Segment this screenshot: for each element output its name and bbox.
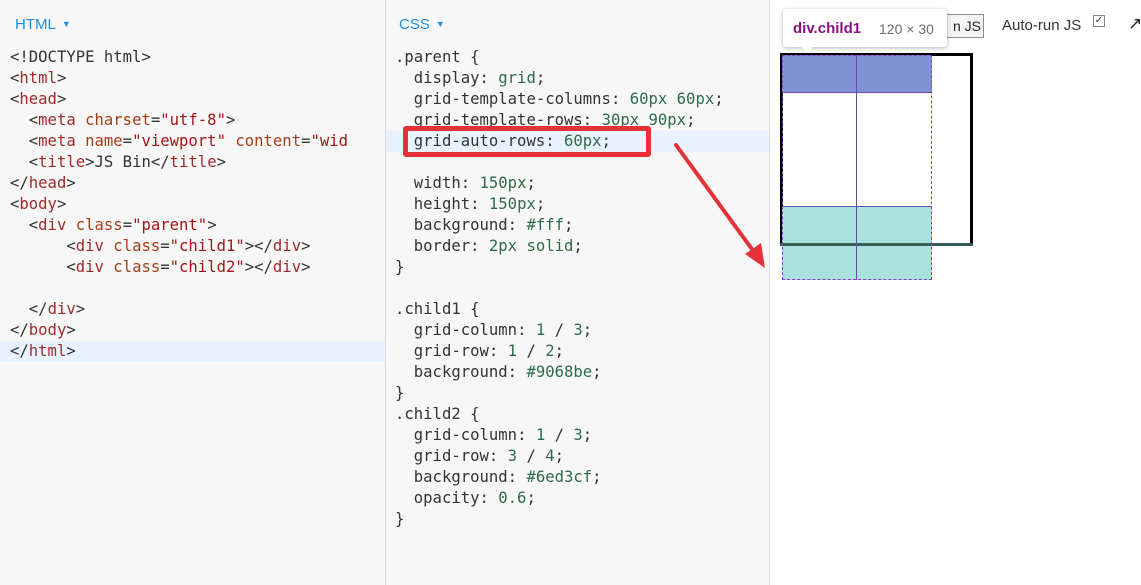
annotation-arrow-icon <box>674 143 765 268</box>
